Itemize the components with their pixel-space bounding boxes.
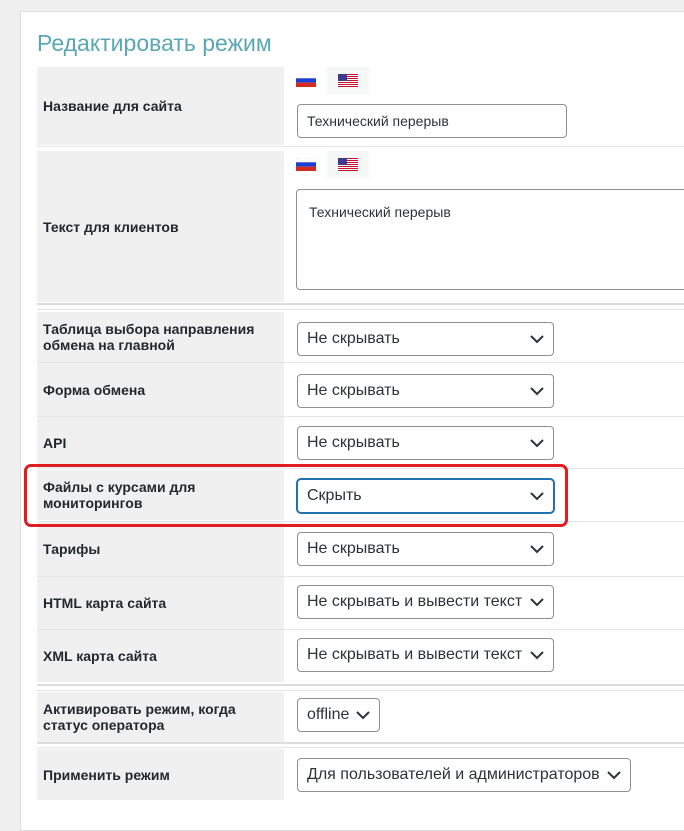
tariffs-label: Тарифы [37,522,284,576]
direction-table-row: Таблица выбора направления обмена на гла… [37,312,684,362]
client-text-label: Текст для клиентов [37,151,284,302]
russia-flag-icon [296,74,316,87]
rates-files-row: Файлы с курсами для мониторингов Скрыть [37,470,684,520]
xml-sitemap-row: XML карта сайта Не скрывать и вывести те… [37,630,684,682]
divider [37,303,684,305]
chevron-down-icon [530,598,544,607]
site-name-label: Название для сайта [37,67,284,145]
xml-sitemap-value: Не скрывать и вывести текст [307,646,523,663]
chevron-down-icon [607,771,621,780]
tab-language-en[interactable] [327,151,369,178]
apply-mode-row: Применить режим Для пользователей и адми… [37,749,684,800]
client-text-field: Технический перерыв [285,151,684,302]
html-sitemap-label: HTML карта сайта [37,577,284,629]
tariffs-field: Не скрывать [285,522,684,576]
site-name-row: Название для сайта Технический перерыв [37,67,684,145]
api-row: API Не скрывать [37,417,684,468]
api-field: Не скрывать [285,417,684,468]
rates-files-value: Скрыть [307,487,362,504]
html-sitemap-value: Не скрывать и вывести текст [307,593,523,610]
apply-mode-value: Для пользователей и администраторов [307,766,600,783]
direction-table-label: Таблица выбора направления обмена на гла… [37,312,284,362]
activate-when-row: Активировать режим, когда статус операто… [37,692,684,742]
exchange-form-row: Форма обмена Не скрывать [37,363,684,416]
html-sitemap-field: Не скрывать и вывести текст [285,577,684,629]
client-text-textarea[interactable]: Технический перерыв [296,189,684,290]
tab-language-en[interactable] [327,67,369,94]
html-sitemap-select[interactable]: Не скрывать и вывести текст [297,585,554,619]
divider [37,146,684,147]
site-name-input[interactable]: Технический перерыв [297,104,567,138]
html-sitemap-row: HTML карта сайта Не скрывать и вывести т… [37,577,684,629]
rates-files-select[interactable]: Скрыть [297,479,554,513]
exchange-form-field: Не скрывать [285,363,684,416]
divider [37,468,684,469]
language-tabs [285,67,684,94]
xml-sitemap-field: Не скрывать и вывести текст [285,630,684,682]
divider [37,742,684,744]
activate-when-select[interactable]: offline [297,698,380,732]
apply-mode-select[interactable]: Для пользователей и администраторов [297,758,631,792]
direction-table-select[interactable]: Не скрывать [297,322,554,356]
xml-sitemap-select[interactable]: Не скрывать и вывести текст [297,638,554,672]
tab-language-ru[interactable] [285,67,327,94]
api-select[interactable]: Не скрывать [297,426,554,460]
divider [37,684,684,686]
language-tabs [285,151,684,178]
direction-table-field: Не скрывать [285,312,684,362]
apply-mode-label: Применить режим [37,749,284,800]
russia-flag-icon [296,158,316,171]
tariffs-select[interactable]: Не скрывать [297,532,554,566]
exchange-form-select[interactable]: Не скрывать [297,374,554,408]
site-name-field: Технический перерыв [285,67,684,145]
apply-mode-field: Для пользователей и администраторов [285,749,684,800]
chevron-down-icon [356,711,370,720]
tariffs-value: Не скрывать [307,540,400,557]
api-label: API [37,417,284,468]
chevron-down-icon [530,335,544,344]
xml-sitemap-label: XML карта сайта [37,630,284,682]
activate-when-field: offline [285,692,684,742]
divider [37,309,684,310]
chevron-down-icon [530,651,544,660]
direction-table-value: Не скрывать [307,330,400,347]
divider [37,747,684,748]
client-text-row: Текст для клиентов Технический перерыв [37,151,684,302]
chevron-down-icon [530,439,544,448]
exchange-form-label: Форма обмена [37,363,284,416]
rates-files-label: Файлы с курсами для мониторингов [37,470,284,520]
activate-when-label: Активировать режим, когда статус операто… [37,692,284,742]
usa-flag-icon [338,158,358,171]
chevron-down-icon [530,545,544,554]
tab-language-ru[interactable] [285,151,327,178]
rates-files-field: Скрыть [285,470,684,520]
usa-flag-icon [338,74,358,87]
tariffs-row: Тарифы Не скрывать [37,522,684,576]
divider [37,690,684,691]
chevron-down-icon [530,387,544,396]
page-title: Редактировать режим [37,30,272,56]
api-value: Не скрывать [307,434,400,451]
chevron-down-icon [530,492,544,501]
exchange-form-value: Не скрывать [307,382,400,399]
activate-when-value: offline [307,706,350,723]
